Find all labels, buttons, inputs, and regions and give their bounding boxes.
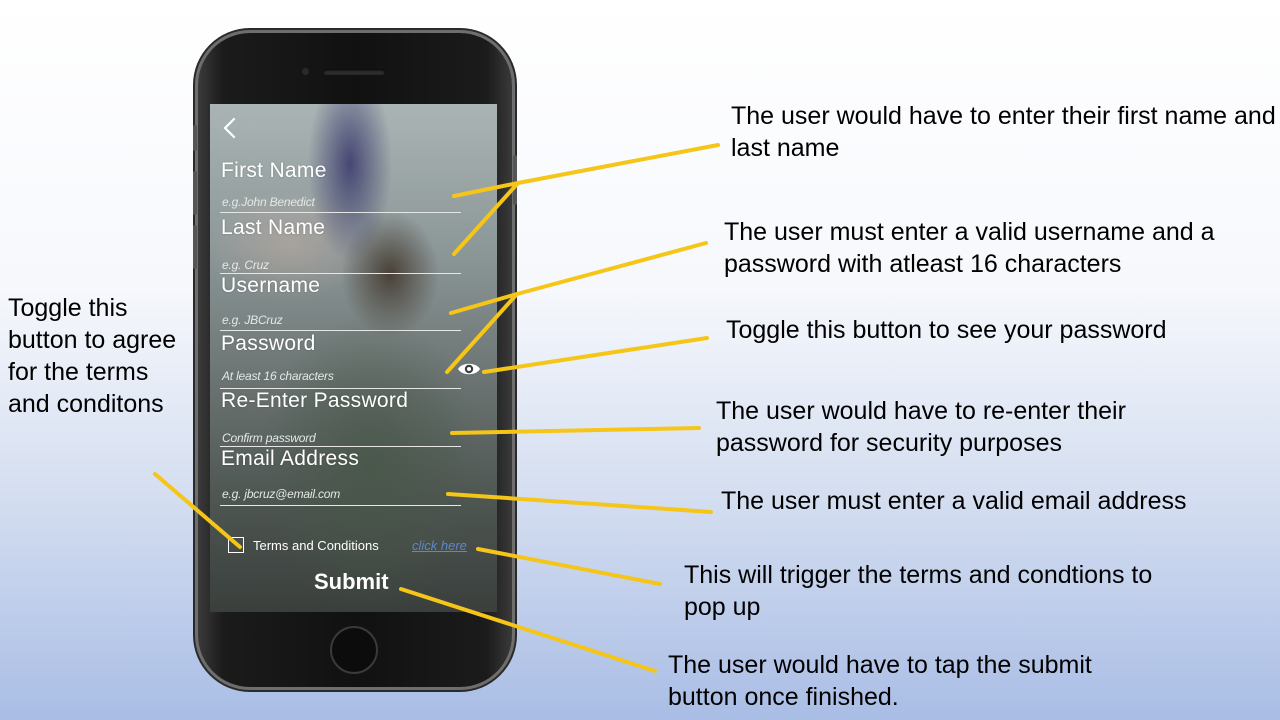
terms-label: Terms and Conditions	[253, 538, 379, 553]
callout-name: The user would have to enter their first…	[731, 102, 1276, 162]
password-label: Password	[221, 332, 316, 355]
callout-toggle-password: Toggle this button to see your password	[726, 316, 1167, 344]
username-underline	[220, 330, 461, 331]
callout-terms-popup: This will trigger the terms and condtion…	[684, 561, 1153, 621]
registration-screen: First Name e.g.John Benedict Last Name e…	[210, 104, 497, 612]
callout-email: The user must enter a valid email addres…	[721, 487, 1187, 515]
email-label: Email Address	[221, 447, 360, 470]
terms-link[interactable]: click here	[412, 538, 467, 553]
reenter-password-label: Re-Enter Password	[221, 389, 409, 412]
last-name-input[interactable]: e.g. Cruz	[222, 258, 269, 272]
first-name-label: First Name	[221, 159, 327, 182]
password-input[interactable]: At least 16 characters	[222, 369, 334, 383]
username-input[interactable]: e.g. JBCruz	[222, 313, 283, 327]
submit-button[interactable]: Submit	[314, 569, 389, 595]
reenter-password-input[interactable]: Confirm password	[222, 431, 316, 445]
callout-checkbox: Toggle this button to agree for the term…	[8, 294, 177, 418]
email-underline	[220, 505, 461, 506]
front-camera	[302, 68, 309, 75]
power-button	[513, 155, 517, 205]
leader-eye	[482, 336, 709, 374]
volume-down-button	[193, 225, 197, 269]
username-label: Username	[221, 274, 321, 297]
callout-reenter: The user would have to re-enter their pa…	[716, 397, 1126, 457]
terms-checkbox[interactable]	[228, 537, 244, 553]
mute-switch	[193, 125, 197, 151]
volume-up-button	[193, 171, 197, 215]
first-name-underline	[220, 212, 461, 213]
back-arrow-icon[interactable]	[220, 116, 240, 140]
earpiece-speaker	[323, 69, 385, 75]
last-name-label: Last Name	[221, 216, 326, 239]
eye-icon[interactable]	[456, 360, 482, 378]
home-button	[330, 626, 378, 674]
callout-credentials: The user must enter a valid username and…	[724, 218, 1215, 278]
email-input[interactable]: e.g. jbcruz@email.com	[222, 487, 340, 501]
first-name-input[interactable]: e.g.John Benedict	[222, 195, 315, 209]
callout-submit: The user would have to tap the submit bu…	[668, 651, 1092, 711]
phone-mockup: First Name e.g.John Benedict Last Name e…	[193, 33, 517, 687]
